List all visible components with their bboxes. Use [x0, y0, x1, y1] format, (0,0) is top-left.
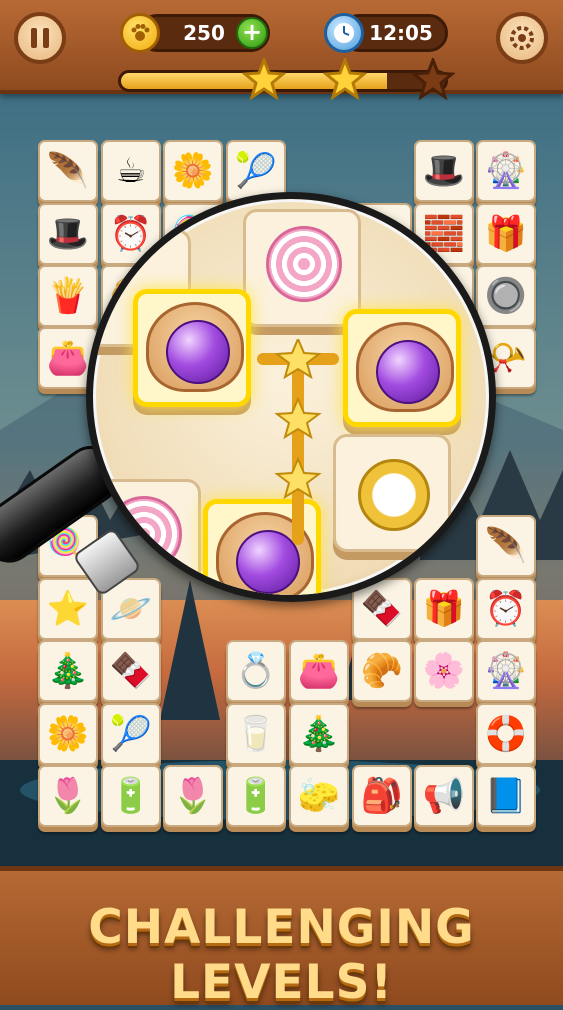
star-icon-3 [411, 58, 455, 100]
coin-count: 250 [183, 21, 225, 45]
tile[interactable]: 🥐 [352, 640, 412, 702]
tile[interactable]: 🧽 [289, 765, 349, 827]
tile[interactable]: 🌸 [414, 640, 474, 702]
settings-button[interactable] [496, 12, 548, 64]
tile[interactable]: ⏰ [476, 578, 536, 640]
tile[interactable]: 🎾 [101, 703, 161, 765]
zoom-tile-pearl-1[interactable] [133, 289, 251, 407]
star-icon-2 [323, 58, 367, 100]
tile-icon: 🪶 [484, 526, 528, 566]
tile-icon: 🌷 [171, 776, 215, 816]
tile-icon: ☕ [115, 151, 147, 191]
tile[interactable]: 🪶 [476, 515, 536, 577]
pause-button[interactable] [14, 12, 66, 64]
tile[interactable]: 🔋 [226, 765, 286, 827]
zoom-tile-lollipop-2 [93, 479, 201, 595]
tile-icon: 🧽 [297, 776, 341, 816]
tile-icon: 🎩 [46, 214, 90, 254]
tile-icon: 🔘 [484, 276, 528, 316]
tile[interactable]: 🔋 [101, 765, 161, 827]
zoom-tile-pearl-2[interactable] [343, 309, 461, 427]
tile-icon: 🍟 [46, 276, 90, 316]
tile[interactable]: 🎩 [414, 140, 474, 202]
tile-icon: ⏰ [484, 589, 528, 629]
tile-icon: 🎡 [484, 151, 528, 191]
tile[interactable]: 🌷 [38, 765, 98, 827]
tile[interactable]: 🛟 [476, 703, 536, 765]
magnifier-lens [86, 192, 496, 602]
tile-icon: 🌸 [422, 651, 466, 691]
settings-icon [510, 26, 534, 50]
tile[interactable]: 💍 [226, 640, 286, 702]
tile[interactable]: ☕ [101, 140, 161, 202]
tile-icon: 🎩 [422, 151, 466, 191]
paw-coin-icon [120, 13, 160, 53]
tile[interactable]: 🌼 [38, 703, 98, 765]
tile[interactable]: ⭐ [38, 578, 98, 640]
tile-icon: 🎁 [484, 214, 528, 254]
zoom-tile-lollipop [243, 209, 361, 327]
tile[interactable]: 🥛 [226, 703, 286, 765]
tile[interactable]: 🎄 [38, 640, 98, 702]
tile-icon: 🔋 [109, 776, 153, 816]
tile-icon: 🎄 [297, 714, 341, 754]
tile-icon: 🎒 [360, 776, 404, 816]
tile-icon: 🌼 [171, 151, 215, 191]
tile-icon: 🌼 [46, 714, 90, 754]
tile[interactable]: 📘 [476, 765, 536, 827]
tile-icon: 👛 [297, 651, 341, 691]
tile-icon: 🔋 [234, 776, 278, 816]
tile[interactable]: 🍫 [101, 640, 161, 702]
tile[interactable]: 🎒 [352, 765, 412, 827]
tile[interactable]: 🔘 [476, 265, 536, 327]
tile-icon: 🥐 [360, 651, 404, 691]
tile[interactable]: 📢 [414, 765, 474, 827]
pause-icon [31, 28, 49, 48]
tile-icon: 🎾 [109, 714, 153, 754]
tile[interactable]: 🎡 [476, 640, 536, 702]
tile-icon: 🥛 [234, 714, 278, 754]
tile-icon: 📘 [484, 776, 528, 816]
tile-icon: 📢 [422, 776, 466, 816]
tile-icon: 🎡 [484, 651, 528, 691]
tile[interactable]: 🌷 [163, 765, 223, 827]
tile[interactable]: 🍟 [38, 265, 98, 327]
tile-icon: 👛 [46, 338, 90, 378]
tile[interactable]: 🎁 [414, 578, 474, 640]
tile-icon: 🌷 [46, 776, 90, 816]
tile[interactable]: 👛 [289, 640, 349, 702]
alarm-clock-icon [324, 13, 364, 53]
tile[interactable]: 🎁 [476, 203, 536, 265]
tile-icon: ⭐ [46, 589, 90, 629]
tile-icon: 🎄 [46, 651, 90, 691]
tile-icon: 💍 [234, 651, 278, 691]
timer-value: 12:05 [369, 21, 433, 45]
tile[interactable]: 🎡 [476, 140, 536, 202]
tile[interactable]: 🪶 [38, 140, 98, 202]
tile[interactable]: 🌼 [163, 140, 223, 202]
tile-icon: 🍫 [109, 651, 153, 691]
match-path [257, 339, 339, 545]
tile-icon: 🪐 [109, 589, 153, 629]
tile[interactable]: 🎩 [38, 203, 98, 265]
add-coins-button[interactable]: + [236, 17, 268, 49]
tile-icon: 🛟 [484, 714, 528, 754]
tile-icon: 🎾 [234, 151, 278, 191]
tile-icon: 🍫 [360, 589, 404, 629]
tile[interactable]: 🎄 [289, 703, 349, 765]
plus-icon: + [241, 18, 263, 46]
tile-icon: 🪶 [46, 151, 90, 191]
banner-title: CHALLENGING LEVELS! [88, 900, 475, 1010]
tile-icon: 🎁 [422, 589, 466, 629]
star-icon-1 [242, 58, 286, 100]
